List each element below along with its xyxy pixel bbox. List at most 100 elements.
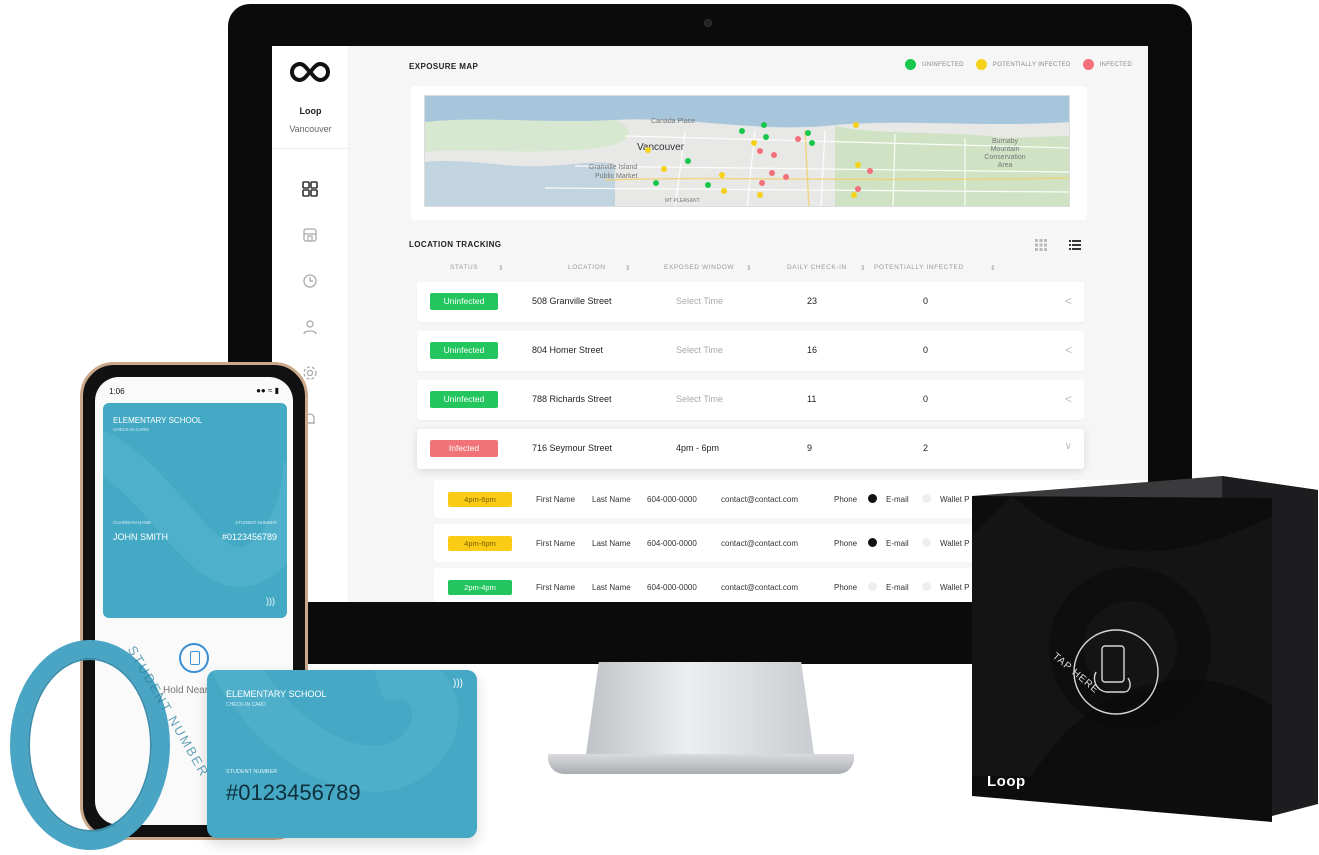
map-marker[interactable] [795,136,801,142]
option-phone-label: Phone [834,583,858,592]
pass-title: ELEMENTARY SCHOOL [113,416,203,425]
map-label-public-market: Public Market [595,173,638,180]
potential-cell: 0 [923,296,929,306]
first-name: First Name [536,495,576,504]
radio-email[interactable] [922,582,931,591]
map-marker[interactable] [855,162,861,168]
sort-icon[interactable]: ⇕ [498,264,504,272]
map-marker[interactable] [653,180,659,186]
checkin-cell: 16 [807,345,818,355]
map-marker[interactable] [721,188,727,194]
chevron-down-icon[interactable]: ∨ [1065,441,1072,452]
map-marker[interactable] [705,182,711,188]
option-phone-label: Phone [834,539,858,548]
exposure-map-title: EXPOSURE MAP [409,62,479,71]
checkin-cell: 23 [807,296,818,306]
header-status[interactable]: STATUS [450,264,478,271]
sort-icon[interactable]: ⇕ [746,264,752,272]
radio-phone[interactable] [868,494,877,503]
map-marker[interactable] [855,186,861,192]
map-marker[interactable] [771,152,777,158]
email: contact@contact.com [721,583,799,592]
sidebar-divider [272,148,349,149]
sort-icon[interactable]: ⇕ [990,264,996,272]
student-number: #0123456789 [221,532,277,542]
box-logo: Loop [987,773,1026,790]
guardian-name: JOHN SMITH [113,532,168,542]
chevron-left-icon[interactable]: < [1065,294,1072,308]
sort-icon[interactable]: ⇕ [860,264,866,272]
store-icon[interactable] [301,226,319,244]
first-name: First Name [536,539,576,548]
map-marker[interactable] [763,134,769,140]
phone-number: 604-000-0000 [647,539,697,548]
header-potentially-infected[interactable]: POTENTIALLY INFECTED [874,264,964,271]
header-daily-check-in[interactable]: DAILY CHECK-IN [787,264,847,271]
potentially-infected-dot [975,59,987,70]
chevron-left-icon[interactable]: < [1065,392,1072,406]
email: contact@contact.com [721,495,799,504]
radio-phone[interactable] [868,582,877,591]
location-cell: 788 Richards Street [532,394,612,404]
map-marker[interactable] [751,140,757,146]
city-name: Vancouver [289,124,332,134]
exposed-window-select[interactable]: Select Time [676,394,723,404]
user-icon[interactable] [301,318,319,336]
monitor-stand-base [548,754,854,774]
clock-icon[interactable] [301,272,319,290]
card-student-number: #0123456789 [226,780,361,805]
map-marker[interactable] [809,140,815,146]
map-marker[interactable] [759,180,765,186]
phone-number: 604-000-0000 [647,583,697,592]
brand-name: Loop [299,106,322,116]
map-marker[interactable] [805,130,811,136]
list-view-icon[interactable] [1068,238,1082,252]
card-pattern [103,430,287,587]
table-row[interactable]: Uninfected 804 Homer Street Select Time … [417,331,1084,371]
map-marker[interactable] [783,174,789,180]
header-exposed-window[interactable]: EXPOSED WINDOW [664,264,734,271]
map-label-burnaby: Burnaby Mountain Conservation Area [984,138,1026,169]
exposed-window-value[interactable]: 4pm - 6pm [676,443,719,453]
dashboard-icon[interactable] [301,180,319,198]
map-marker[interactable] [661,166,667,172]
sort-icon[interactable]: ⇕ [625,264,631,272]
radio-email[interactable] [922,538,931,547]
header-location[interactable]: LOCATION [568,264,606,271]
map-marker[interactable] [739,128,745,134]
map-marker[interactable] [867,168,873,174]
status-badge: Infected [430,440,498,457]
exposed-window-select[interactable]: Select Time [676,296,723,306]
loop-reader-box [972,476,1318,822]
check-in-card: ))) ELEMENTARY SCHOOL CHECK-IN CARD STUD… [207,670,477,838]
status-badge: Uninfected [430,342,498,359]
map-marker[interactable] [853,122,859,128]
map-marker[interactable] [769,170,775,176]
email: contact@contact.com [721,539,799,548]
table-row[interactable]: Uninfected 788 Richards Street Select Ti… [417,380,1084,420]
exposed-window-select[interactable]: Select Time [676,345,723,355]
time-badge: 4pm-6pm [448,492,512,507]
map-marker[interactable] [757,148,763,154]
last-name: Last Name [592,539,631,548]
radio-email[interactable] [922,494,931,503]
chevron-left-icon[interactable]: < [1065,343,1072,357]
last-name: Last Name [592,495,631,504]
uninfected-dot [905,59,917,70]
phone-tap-icon [179,643,209,673]
map-marker[interactable] [719,172,725,178]
exposure-map[interactable]: Canada Place Vancouver Granville Island … [424,95,1070,207]
map-marker[interactable] [757,192,763,198]
grid-view-icon[interactable] [1034,238,1048,252]
table-row-expanded[interactable]: Infected 716 Seymour Street 4pm - 6pm 9 … [417,429,1084,469]
wallet-pass-card[interactable]: ELEMENTARY SCHOOL CHECK-IN CARD GUARDIAN… [103,403,287,618]
map-marker[interactable] [851,192,857,198]
radio-phone[interactable] [868,538,877,547]
map-marker[interactable] [761,122,767,128]
table-row[interactable]: Uninfected 508 Granville Street Select T… [417,282,1084,322]
map-marker[interactable] [645,147,651,153]
monitor-stand-neck [585,662,815,762]
status-badge: Uninfected [430,293,498,310]
map-marker[interactable] [685,158,691,164]
infected-dot [1082,59,1094,70]
